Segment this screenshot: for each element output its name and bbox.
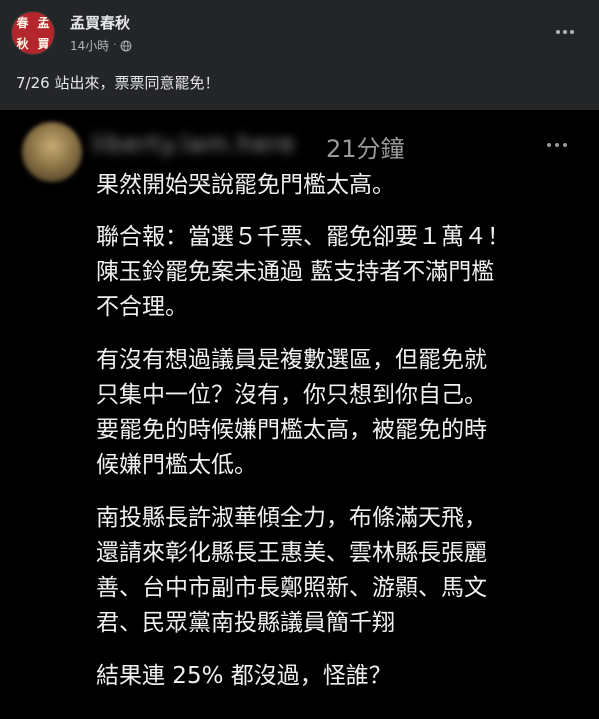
commenter-avatar-blurred (22, 122, 82, 182)
avatar-char: 春 (16, 16, 29, 30)
page-avatar[interactable]: 春 孟 秋 買 (11, 11, 55, 55)
comment-line: 善、台中市副市長鄭照新、游顥、馬文 (96, 575, 487, 601)
comment-line: 要罷免的時候嫌門檻太高，被罷免的時 (96, 417, 487, 443)
comment-line: 候嫌門檻太低。 (96, 452, 257, 478)
comment-paragraph: 果然開始哭說罷免門檻太高。 (96, 168, 566, 203)
comment-more-icon (547, 143, 567, 147)
comment-body: 果然開始哭說罷免門檻太高。 聯合報：當選５千票、罷免卻要１萬４！ 陳玉鈴罷免案未… (96, 168, 566, 712)
more-options-button[interactable] (551, 18, 579, 46)
comment-time: 21分鐘 (326, 135, 405, 163)
comment-line: 有沒有想過議員是複數選區，但罷免就 (96, 347, 487, 373)
comment-line: 陳玉鈴罷免案未通過 藍支持者不滿門檻 (96, 259, 495, 285)
globe-icon[interactable] (120, 40, 132, 52)
comment-line: 還請來彰化縣長王惠美、雲林縣長張麗 (96, 540, 487, 566)
more-dots-icon (556, 30, 560, 34)
comment-line: 不合理。 (96, 294, 188, 320)
post-meta: 14小時 · (70, 37, 132, 54)
comment-line: 南投縣長許淑華傾全力，布條滿天飛， (96, 505, 487, 531)
avatar-char: 孟 (37, 16, 50, 30)
comment-line: 聯合報：當選５千票、罷免卻要１萬４！ (96, 224, 510, 250)
post-caption: 7/26 站出來，票票同意罷免！ (16, 74, 220, 92)
avatar-char: 秋 (16, 37, 29, 51)
comment-paragraph: 結果連 25% 都沒過，怪誰？ (96, 659, 566, 694)
comment-line: 君、民眾黨南投縣議員簡千翔 (96, 610, 395, 636)
avatar-char: 買 (37, 37, 50, 51)
commenter-name-blurred: liberty.lam.here (92, 130, 296, 158)
post-header: 春 孟 秋 買 孟買春秋 14小時 · (0, 0, 599, 62)
meta-separator: · (113, 40, 117, 51)
page-name-link[interactable]: 孟買春秋 (70, 12, 130, 33)
comment-line: 只集中一位？沒有，你只想到你自己。 (96, 382, 487, 408)
comment-paragraph: 南投縣長許淑華傾全力，布條滿天飛， 還請來彰化縣長王惠美、雲林縣長張麗 善、台中… (96, 501, 566, 641)
comment-line: 結果連 25% 都沒過，怪誰？ (96, 663, 392, 689)
attached-screenshot-image[interactable]: liberty.lam.here 21分鐘 果然開始哭說罷免門檻太高。 聯合報：… (0, 110, 599, 719)
comment-paragraph: 聯合報：當選５千票、罷免卻要１萬４！ 陳玉鈴罷免案未通過 藍支持者不滿門檻 不合… (96, 220, 566, 325)
post-timestamp[interactable]: 14小時 (70, 37, 109, 54)
comment-paragraph: 有沒有想過議員是複數選區，但罷免就 只集中一位？沒有，你只想到你自己。 要罷免的… (96, 343, 566, 483)
comment-line: 果然開始哭說罷免門檻太高。 (96, 172, 395, 198)
